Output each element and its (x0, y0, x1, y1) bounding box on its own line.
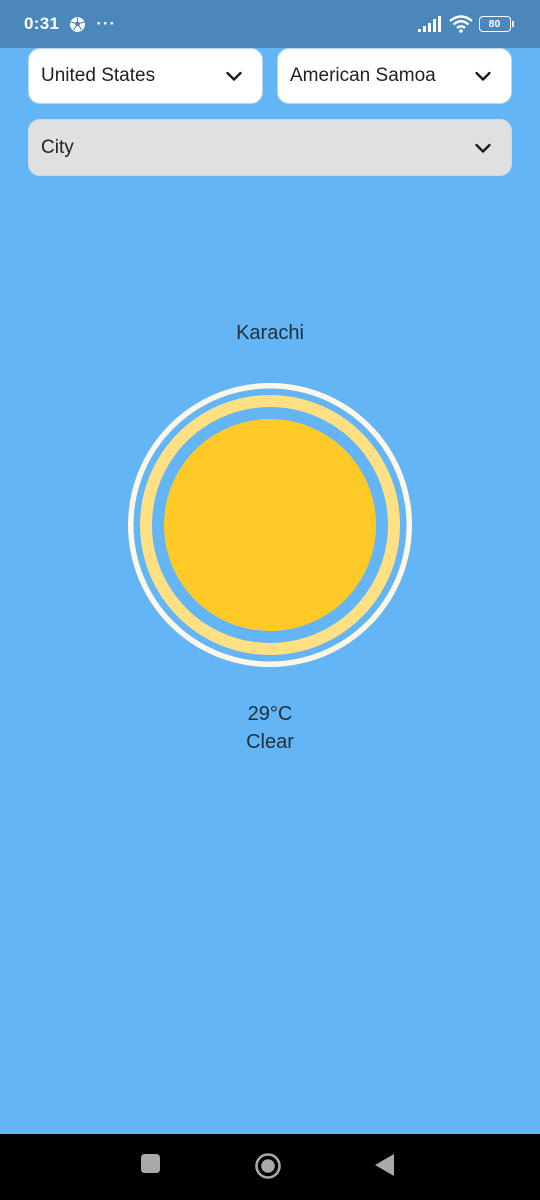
status-right: 80 (417, 15, 514, 33)
battery-level: 80 (478, 16, 511, 32)
wifi-icon (448, 15, 473, 33)
state-value: American Samoa (290, 65, 436, 86)
country-dropdown[interactable]: United States (28, 48, 263, 104)
chevron-down-icon (226, 71, 242, 81)
city-dropdown[interactable]: City (28, 119, 512, 176)
city-placeholder: City (41, 136, 74, 158)
soccer-ball-icon (70, 16, 86, 32)
battery-icon: 80 (478, 16, 514, 32)
navigation-bar (0, 1134, 540, 1200)
battery-tip (511, 21, 514, 27)
more-notifications-icon: ··· (96, 14, 117, 33)
sun-icon (124, 379, 416, 671)
country-value: United States (41, 65, 156, 86)
recents-icon[interactable] (140, 1153, 162, 1175)
chevron-down-icon (475, 143, 491, 153)
status-time: 0:31 (24, 14, 60, 33)
status-bar: 0:31 ··· 80 (0, 0, 540, 48)
city-name: Karachi (236, 322, 304, 344)
back-icon[interactable] (374, 1153, 396, 1177)
home-icon[interactable] (254, 1152, 282, 1180)
signal-icon (417, 16, 441, 32)
state-dropdown[interactable]: American Samoa (277, 48, 512, 104)
status-left: 0:31 ··· (24, 14, 116, 34)
chevron-down-icon (475, 71, 491, 81)
weather-condition: Clear (246, 731, 294, 753)
temperature: 29°C (247, 703, 293, 725)
